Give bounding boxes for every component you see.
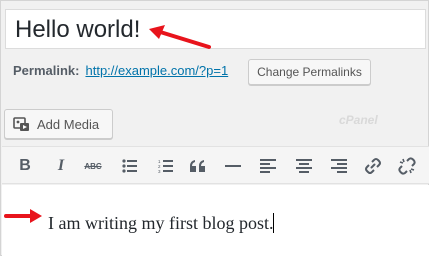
bulleted-list-icon[interactable] xyxy=(118,155,142,177)
permalink-row: Permalink: http://example.com/?p=1 xyxy=(13,63,228,78)
content-annotation-arrow-icon xyxy=(4,209,42,223)
align-left-icon[interactable] xyxy=(256,155,280,177)
media-icon xyxy=(13,117,29,131)
horizontal-line-icon[interactable] xyxy=(221,155,245,177)
post-title-text: Hello world! xyxy=(15,16,141,43)
svg-text:3: 3 xyxy=(158,169,161,173)
numbered-list-icon[interactable]: 1 2 3 xyxy=(154,155,178,177)
editor-toolbar: B I ABC 1 2 3 xyxy=(2,146,429,184)
strikethrough-icon[interactable]: ABC xyxy=(81,155,105,177)
text-caret xyxy=(273,213,275,233)
permalink-label: Permalink: xyxy=(13,63,80,78)
post-title-field[interactable]: Hello world! xyxy=(5,9,426,49)
bold-icon[interactable]: B xyxy=(13,155,37,177)
permalink-url-link[interactable]: http://example.com/?p=1 xyxy=(85,63,228,78)
post-content-text: I am writing my first blog post. xyxy=(48,213,275,233)
title-annotation-arrow-icon xyxy=(149,25,211,49)
post-editor-frame: Hello world! Permalink: http://example.co… xyxy=(0,0,429,256)
align-center-icon[interactable] xyxy=(292,155,316,177)
italic-icon[interactable]: I xyxy=(49,155,73,177)
remove-link-icon[interactable] xyxy=(395,155,419,177)
blockquote-icon[interactable] xyxy=(186,155,210,177)
cpanel-watermark-logo: cPanel xyxy=(339,113,399,135)
add-media-button[interactable]: Add Media xyxy=(4,109,113,139)
cpanel-watermark-text: cPanel xyxy=(339,113,378,127)
add-media-label: Add Media xyxy=(37,116,100,132)
post-content-editor[interactable]: I am writing my first blog post. xyxy=(2,185,429,256)
insert-link-icon[interactable] xyxy=(361,155,385,177)
change-permalinks-button[interactable]: Change Permalinks xyxy=(248,59,371,85)
align-right-icon[interactable] xyxy=(327,155,351,177)
